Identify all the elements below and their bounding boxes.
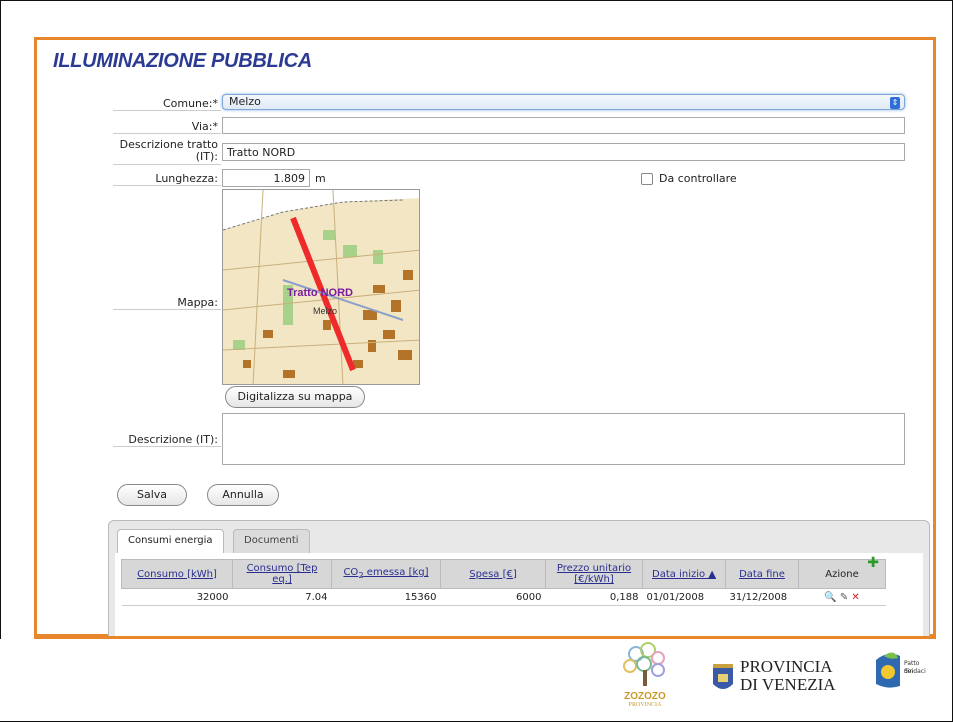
- da-controllare-label: Da controllare: [659, 172, 737, 185]
- salva-button[interactable]: Salva: [117, 484, 187, 506]
- da-controllare-checkbox[interactable]: [641, 173, 653, 185]
- select-arrows-icon: ⇕: [890, 97, 900, 109]
- cell-prezzo: 0,188: [545, 588, 643, 606]
- edit-icon[interactable]: ✎: [840, 592, 848, 603]
- map-thumbnail[interactable]: Tratto NORD Melzo: [222, 189, 420, 385]
- cell-data-inizio: 01/01/2008: [642, 588, 726, 606]
- comune-label: Comune:*: [162, 97, 218, 110]
- table-header-row: Consumo [kWh] Consumo [Tep eq.] CO2 emess…: [121, 556, 886, 589]
- map-label-town: Melzo: [313, 306, 337, 316]
- descrizione-textarea[interactable]: [222, 413, 905, 465]
- col-azione: Azione ✚: [798, 556, 886, 589]
- coat-of-arms-icon: [713, 664, 733, 689]
- label-underline: [113, 133, 221, 134]
- label-underline: [113, 110, 221, 111]
- delete-icon[interactable]: ✕: [851, 592, 859, 603]
- comune-select[interactable]: Melzo ⇕: [222, 94, 905, 110]
- label-underline: [113, 164, 221, 165]
- mappa-label: Mappa:: [177, 296, 218, 309]
- col-spesa[interactable]: Spesa [€]: [440, 559, 546, 589]
- label-underline: [113, 446, 221, 447]
- col-prezzo[interactable]: Prezzo unitario [€/kWh]: [545, 559, 643, 589]
- cell-azione: 🔍 ✎ ✕: [798, 588, 886, 606]
- col-data-inizio[interactable]: Data inizio ▲: [642, 559, 726, 589]
- table-area: Consumo [kWh] Consumo [Tep eq.] CO2 emess…: [115, 553, 923, 641]
- col-co2[interactable]: CO2 emessa [kg]: [331, 559, 441, 589]
- annulla-button[interactable]: Annulla: [207, 484, 279, 506]
- map-graphic: Tratto NORD Melzo: [223, 190, 419, 384]
- col-consumo-kwh[interactable]: Consumo [kWh]: [121, 559, 233, 589]
- cell-spesa: 6000: [440, 588, 546, 606]
- lunghezza-input[interactable]: 1.809: [222, 169, 310, 187]
- label-underline: [113, 185, 221, 186]
- col-consumo-tep[interactable]: Consumo [Tep eq.]: [232, 559, 332, 589]
- zozozo-logo: ZOZOZO PROVINCIA: [614, 640, 676, 718]
- cell-co2: 15360: [331, 588, 441, 606]
- patto-emblem-icon: [876, 652, 900, 688]
- tab-consumi-energia[interactable]: Consumi energia: [117, 529, 224, 553]
- tab-documenti[interactable]: Documenti: [233, 529, 310, 553]
- lunghezza-label: Lunghezza:: [155, 172, 218, 185]
- descrizione-label: Descrizione (IT):: [128, 433, 218, 446]
- via-label: Via:*: [191, 120, 218, 133]
- tree-icon: [623, 642, 665, 686]
- table-row: 32000 7.04 15360 6000 0,188 01/01/2008 3…: [121, 588, 886, 606]
- view-icon[interactable]: 🔍: [824, 592, 836, 603]
- descrizione-tratto-input[interactable]: Tratto NORD: [222, 143, 905, 161]
- add-icon[interactable]: ✚: [867, 556, 879, 570]
- cell-consumo-kwh: 32000: [121, 588, 233, 606]
- col-data-fine[interactable]: Data fine: [725, 559, 799, 589]
- map-label-tratto: Tratto NORD: [287, 287, 353, 299]
- via-input[interactable]: [222, 117, 905, 134]
- lunghezza-unit: m: [315, 172, 326, 185]
- patto-sindaci-logo: Patto dei Sindaci: [872, 648, 928, 716]
- descrizione-tratto-label: Descrizione tratto (IT):: [119, 138, 218, 163]
- cell-consumo-tep: 7.04: [232, 588, 332, 606]
- cell-data-fine: 31/12/2008: [725, 588, 799, 606]
- provincia-venezia-logo: PROVINCIA DI VENEZIA: [710, 658, 850, 708]
- page-title: ILLUMINAZIONE PUBBLICA: [53, 50, 312, 72]
- consumi-table: Consumo [kWh] Consumo [Tep eq.] CO2 emess…: [121, 556, 886, 606]
- digitalizza-button[interactable]: Digitalizza su mappa: [225, 386, 365, 408]
- tabs-container: Consumi energia Documenti Consumo [kWh] …: [108, 520, 930, 642]
- label-underline: [113, 309, 221, 310]
